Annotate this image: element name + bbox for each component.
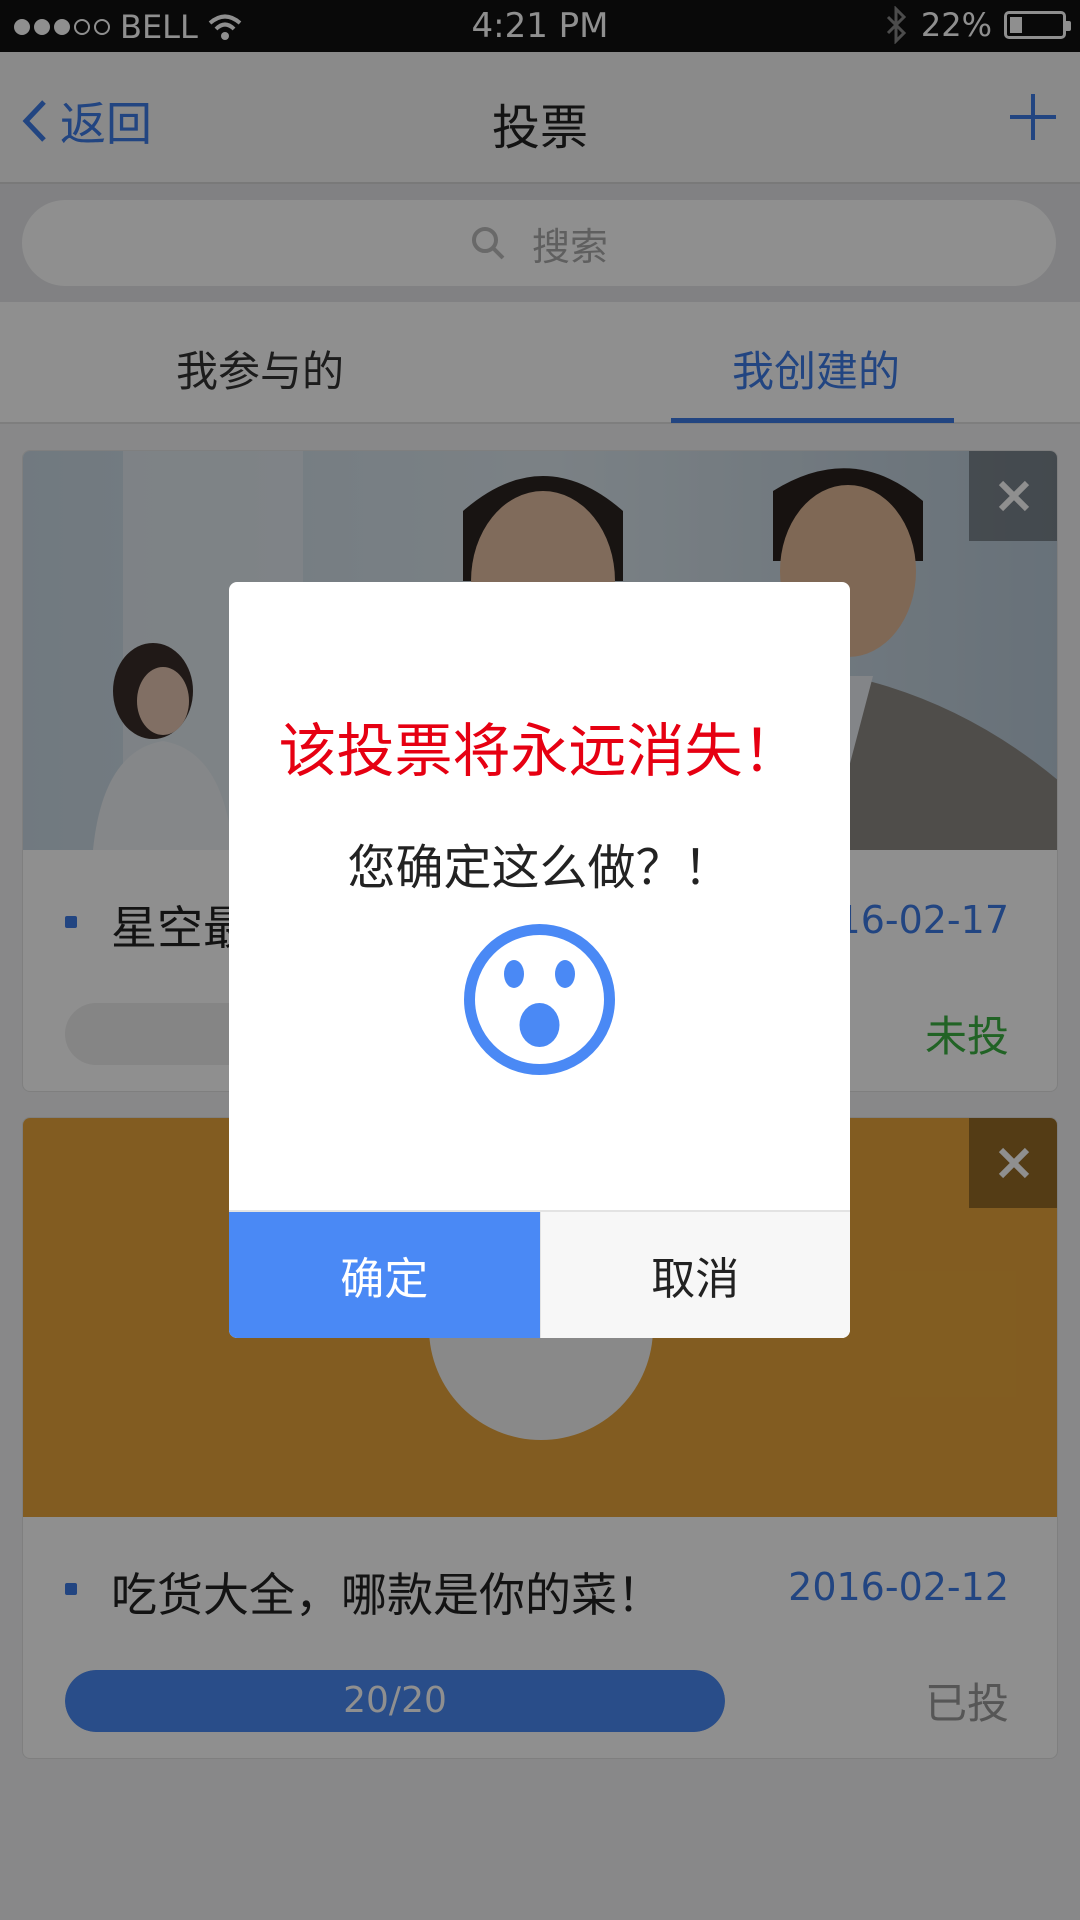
cancel-button[interactable]: 取消 [539, 1212, 850, 1338]
dialog-buttons: 确定 取消 [229, 1210, 850, 1338]
dialog-question-text: 您确定这么做？！ [347, 840, 732, 896]
confirm-button[interactable]: 确定 [229, 1212, 540, 1338]
dialog-warning-text: 该投票将永远消失！ [278, 717, 801, 785]
surprised-face-icon [464, 924, 615, 1075]
confirm-delete-dialog: 该投票将永远消失！ 您确定这么做？！ 确定 取消 [229, 582, 850, 1338]
